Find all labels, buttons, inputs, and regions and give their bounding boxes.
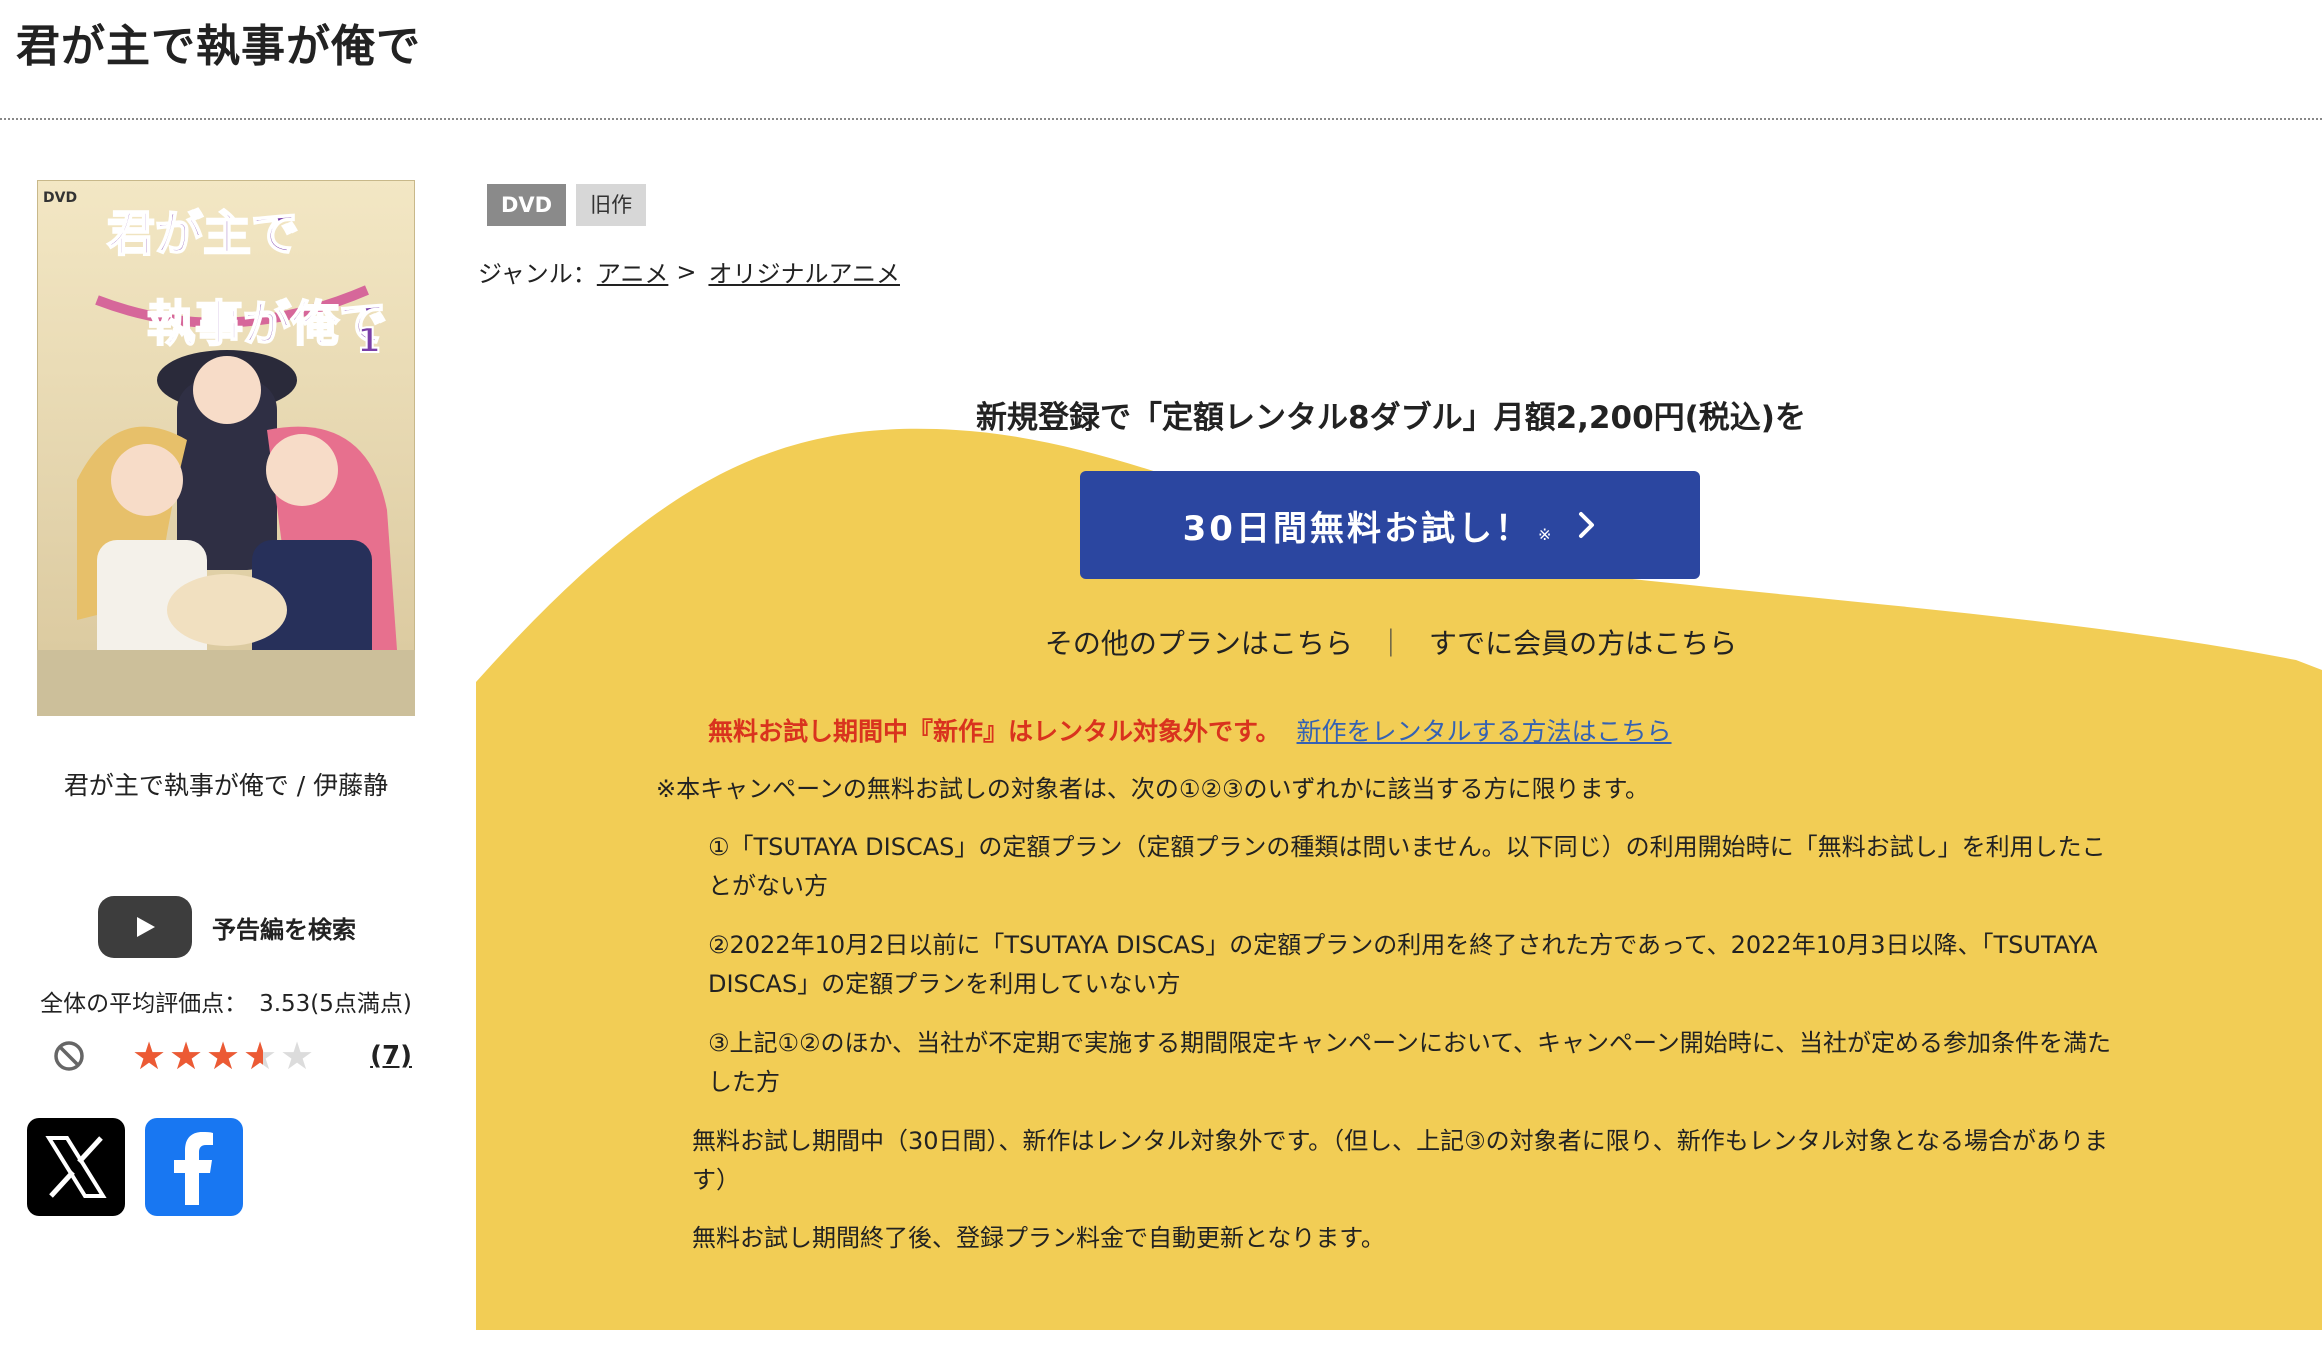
trailer-search-button[interactable]: 予告編を検索 bbox=[98, 896, 356, 958]
cover-title-line1: 君が主で bbox=[107, 206, 299, 262]
new-release-notice: 無料お試し期間中『新作』はレンタル対象外です。 新作をレンタルする方法はこちら bbox=[708, 712, 1672, 748]
star-fill: ★ bbox=[132, 1036, 167, 1076]
condition-item: ①「TSUTAYA DISCAS」の定額プラン（定額プランの種類は問いません。以… bbox=[708, 833, 2106, 900]
cover-dvd-mark: DVD bbox=[43, 190, 77, 206]
star-2[interactable]: ★ ★ bbox=[169, 1036, 206, 1076]
genre-breadcrumb: ジャンル： アニメ > オリジナルアニメ bbox=[478, 254, 900, 289]
free-trial-note-mark: ※ bbox=[1537, 524, 1552, 544]
x-logo-icon bbox=[45, 1136, 107, 1198]
trial-period-note: 無料お試し期間中（30日間）、新作はレンタル対象外です。（但し、上記③の対象者に… bbox=[692, 1127, 2108, 1194]
star-fill: ★ bbox=[169, 1036, 204, 1076]
tag-old-release: 旧作 bbox=[576, 184, 647, 226]
product-cover-image[interactable]: DVD 君が主で 執事が俺で 1 bbox=[37, 180, 415, 716]
new-release-howto-link[interactable]: 新作をレンタルする方法はこちら bbox=[1297, 717, 1672, 746]
free-trial-button[interactable]: 30日間無料お試し！ ※ bbox=[1080, 471, 1700, 579]
rating-row: ★★★★★★★★★★ (7) bbox=[52, 1036, 412, 1076]
genre-separator: > bbox=[676, 257, 697, 286]
campaign-conditions-intro: ※本キャンペーンの無料お試しの対象者は、次の①②③のいずれかに該当する方に限りま… bbox=[656, 775, 1650, 803]
genre-link-original-anime[interactable]: オリジナルアニメ bbox=[708, 254, 900, 289]
star-5[interactable]: ★★ bbox=[280, 1036, 317, 1076]
average-rating: 全体の平均評価点： 3.53(5点満点) bbox=[0, 984, 452, 1018]
star-fill: ★ bbox=[206, 1036, 241, 1076]
star-3[interactable]: ★ ★ bbox=[206, 1036, 243, 1076]
facebook-share-button[interactable] bbox=[145, 1118, 243, 1216]
plan-links-divider: ｜ bbox=[1376, 627, 1405, 660]
chevron-right-icon bbox=[1579, 512, 1595, 538]
genre-label: ジャンル： bbox=[478, 260, 597, 288]
condition-item: ②2022年10月2日以前に「TSUTAYA DISCAS」の定額プランの利用を… bbox=[708, 931, 2098, 998]
play-icon[interactable] bbox=[98, 896, 192, 958]
product-name: 君が主で執事が俺で / 伊藤静 bbox=[63, 771, 389, 800]
plan-links: その他のプランはこちら ｜ すでに会員の方はこちら bbox=[476, 622, 2306, 662]
review-count-link[interactable]: (7) bbox=[370, 1041, 412, 1071]
facebook-logo-icon bbox=[174, 1132, 213, 1205]
average-rating-label: 全体の平均評価点： bbox=[40, 991, 248, 1017]
other-plans-link[interactable]: その他のプランはこちら bbox=[1045, 627, 1353, 660]
trailer-label[interactable]: 予告編を検索 bbox=[212, 910, 356, 945]
campaign-conditions-list: ①「TSUTAYA DISCAS」の定額プラン（定額プランの種類は問いません。以… bbox=[708, 828, 2128, 1122]
auto-renewal-note: 無料お試し期間終了後、登録プラン料金で自動更新となります。 bbox=[692, 1224, 1385, 1252]
star-4[interactable]: ★ ★ bbox=[243, 1036, 280, 1076]
cover-title-line2: 執事が俺で bbox=[147, 296, 387, 352]
free-trial-label[interactable]: 30日間無料お試し！ bbox=[1183, 501, 1532, 550]
star-rating[interactable]: ★★★★★★★★★★ bbox=[132, 1036, 317, 1076]
promo-headline: 新規登録で「定額レンタル8ダブル」月額2,200円(税込)を bbox=[976, 400, 1806, 436]
cover-volume: 1 bbox=[357, 321, 381, 361]
star-fill: ★ bbox=[243, 1036, 263, 1076]
not-interested-icon[interactable] bbox=[52, 1039, 86, 1073]
condition-item: ③上記①②のほか、当社が不定期で実施する期間限定キャンペーンにおいて、キャンペー… bbox=[708, 1029, 2112, 1096]
star-1[interactable]: ★ ★ bbox=[132, 1036, 169, 1076]
page-title: 君が主で執事が俺で bbox=[16, 21, 421, 72]
tag-dvd: DVD bbox=[487, 184, 567, 226]
x-share-button[interactable] bbox=[27, 1118, 125, 1216]
title-divider bbox=[0, 118, 2322, 120]
social-share bbox=[27, 1118, 243, 1216]
average-rating-value: 3.53(5点満点) bbox=[259, 991, 412, 1017]
format-tags: DVD 旧作 bbox=[487, 184, 647, 226]
member-login-link[interactable]: すでに会員の方はこちら bbox=[1429, 627, 1737, 660]
new-release-warning: 無料お試し期間中『新作』はレンタル対象外です。 bbox=[708, 717, 1281, 746]
genre-link-anime[interactable]: アニメ bbox=[597, 254, 669, 289]
